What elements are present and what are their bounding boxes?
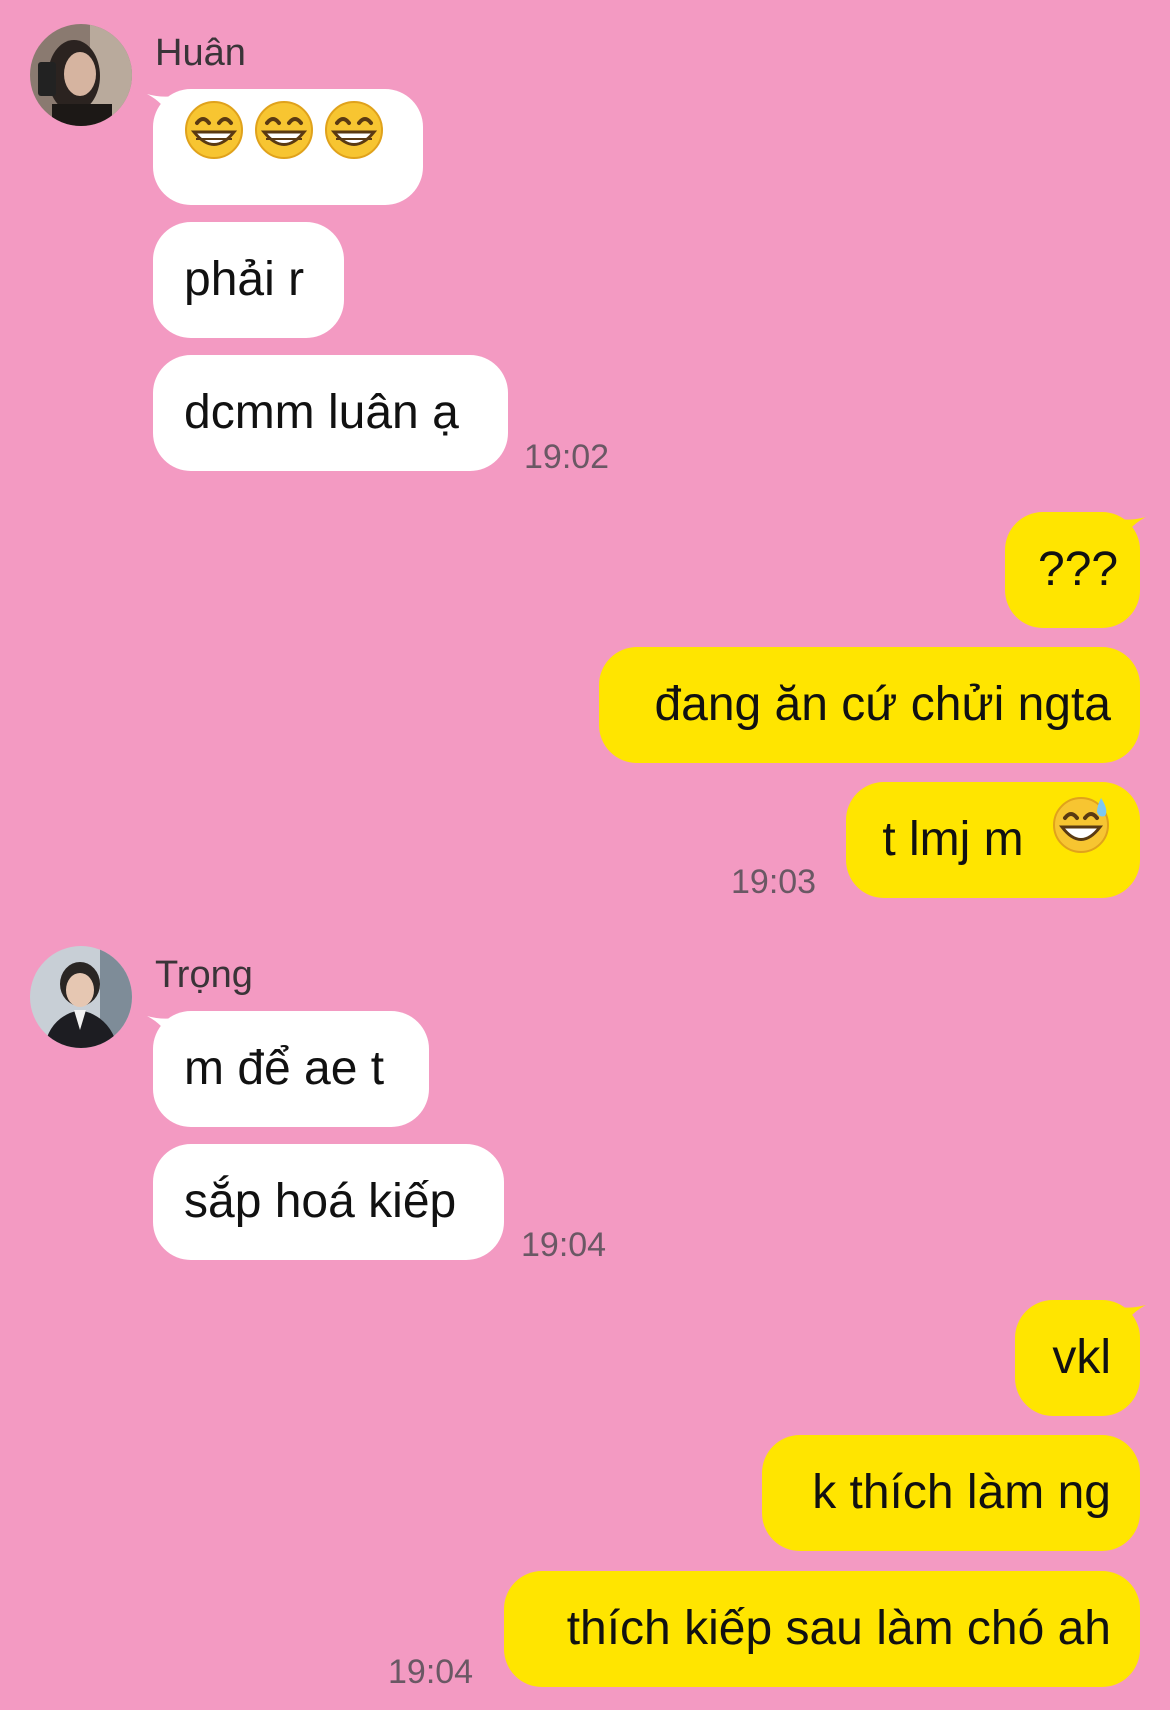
avatar-photo-trong-icon: [30, 946, 132, 1048]
message-bubble-incoming[interactable]: [153, 89, 423, 205]
sender-name-huan: Huân: [155, 32, 246, 74]
message-bubble-outgoing[interactable]: vkl: [1015, 1300, 1140, 1416]
avatar-photo-huan-icon: [30, 24, 132, 126]
message-bubble-incoming[interactable]: dcmm luân ạ: [153, 355, 508, 471]
message-timestamp: 19:02: [524, 438, 610, 476]
grinning-sweat-emoji-icon: [1051, 781, 1111, 897]
message-bubble-incoming[interactable]: phải r: [153, 222, 344, 338]
message-timestamp: 19:04: [521, 1226, 607, 1264]
message-bubble-outgoing[interactable]: k thích làm ng: [762, 1435, 1140, 1551]
message-bubble-outgoing[interactable]: t lmj m: [846, 782, 1140, 898]
message-timestamp: 19:03: [731, 863, 817, 901]
sender-name-trong: Trọng: [155, 954, 253, 996]
grinning-face-emoji-icon: [184, 88, 394, 204]
message-bubble-incoming[interactable]: sắp hoá kiếp: [153, 1144, 504, 1260]
message-text: t lmj m: [882, 813, 1024, 866]
message-timestamp: 19:04: [388, 1653, 474, 1691]
avatar-trong[interactable]: [30, 946, 132, 1048]
message-bubble-outgoing[interactable]: thích kiếp sau làm chó ah: [504, 1571, 1140, 1687]
message-bubble-outgoing[interactable]: đang ăn cứ chửi ngta: [599, 647, 1140, 763]
avatar-huan[interactable]: [30, 24, 132, 126]
message-bubble-outgoing[interactable]: ???: [1005, 512, 1140, 628]
message-bubble-incoming[interactable]: m để ae t: [153, 1011, 429, 1127]
